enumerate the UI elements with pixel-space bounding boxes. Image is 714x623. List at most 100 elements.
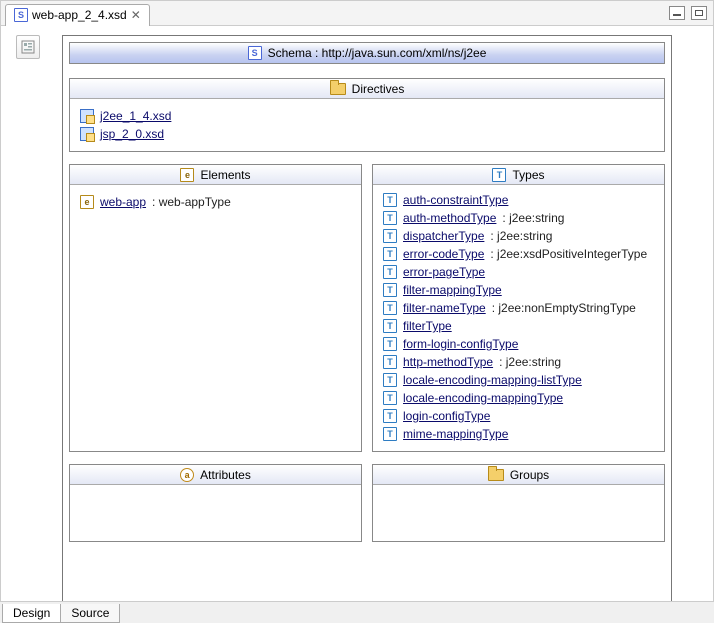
type-link[interactable]: error-pageType [403, 263, 485, 281]
panel-header-groups[interactable]: Groups [373, 465, 664, 485]
minimize-button[interactable] [669, 6, 685, 20]
list-item: Tlocale-encoding-mappingType [383, 389, 660, 407]
list-item: TdispatcherType : j2ee:string [383, 227, 660, 245]
type-icon: T [383, 355, 397, 369]
schema-file-icon: S [14, 8, 28, 22]
type-suffix: : j2ee:nonEmptyStringType [492, 299, 636, 317]
type-icon: T [383, 193, 397, 207]
panel-title: Types [512, 168, 544, 182]
type-link[interactable]: auth-constraintType [403, 191, 508, 209]
type-link[interactable]: web-app [100, 193, 146, 211]
type-link[interactable]: http-methodType [403, 353, 493, 371]
list-item: Tfilter-nameType : j2ee:nonEmptyStringTy… [383, 299, 660, 317]
type-icon: T [383, 211, 397, 225]
type-link[interactable]: jsp_2_0.xsd [100, 125, 164, 143]
panel-body-attributes [70, 485, 361, 541]
panel-title: Directives [352, 82, 405, 96]
panel-header-types[interactable]: T Types [373, 165, 664, 185]
close-icon[interactable]: ✕ [131, 8, 141, 22]
type-link[interactable]: mime-mappingType [403, 425, 508, 443]
type-link[interactable]: filter-mappingType [403, 281, 502, 299]
schema-icon: S [248, 46, 262, 60]
type-icon: T [383, 391, 397, 405]
row-elements-types: e Elements e web-app : web-appType T Type… [69, 164, 665, 452]
editor-content: S Schema : http://java.sun.com/xml/ns/j2… [0, 25, 714, 601]
panel-title: Attributes [200, 468, 251, 482]
list-item: Terror-codeType : j2ee:xsdPositiveIntege… [383, 245, 660, 263]
element-icon: e [80, 195, 94, 209]
schema-title-text: Schema : http://java.sun.com/xml/ns/j2ee [268, 46, 487, 60]
list-item: Tmime-mappingType [383, 425, 660, 443]
type-icon: T [383, 229, 397, 243]
editor-tab-bar: S web-app_2_4.xsd ✕ [1, 1, 713, 26]
row-attributes-groups: a Attributes Groups [69, 464, 665, 542]
panel-body-groups [373, 485, 664, 541]
type-link[interactable]: locale-encoding-mapping-listType [403, 371, 582, 389]
tab-source[interactable]: Source [60, 604, 120, 623]
list-item: Terror-pageType [383, 263, 660, 281]
folder-icon [488, 469, 504, 481]
list-item: j2ee_1_4.xsd [80, 107, 654, 125]
window-controls [669, 6, 713, 20]
panel-directives: Directives j2ee_1_4.xsdjsp_2_0.xsd [69, 78, 665, 152]
type-icon: T [383, 283, 397, 297]
tab-design[interactable]: Design [2, 604, 61, 623]
panel-body-types[interactable]: Tauth-constraintTypeTauth-methodType : j… [373, 185, 664, 451]
editor-tab-active[interactable]: S web-app_2_4.xsd ✕ [5, 4, 150, 26]
maximize-button[interactable] [691, 6, 707, 20]
list-item: Tlocale-encoding-mapping-listType [383, 371, 660, 389]
outline-toggle-button[interactable] [16, 35, 40, 59]
list-item: Tauth-methodType : j2ee:string [383, 209, 660, 227]
editor-scroll[interactable]: S Schema : http://java.sun.com/xml/ns/j2… [0, 25, 714, 601]
outline-icon [21, 40, 35, 54]
panel-header-attributes[interactable]: a Attributes [70, 465, 361, 485]
type-link[interactable]: j2ee_1_4.xsd [100, 107, 171, 125]
import-icon [80, 109, 94, 123]
panel-header-directives[interactable]: Directives [70, 79, 664, 99]
panel-attributes: a Attributes [69, 464, 362, 542]
type-suffix: : j2ee:string [502, 209, 564, 227]
type-icon: T [383, 301, 397, 315]
editor-tab-title: web-app_2_4.xsd [32, 8, 127, 22]
panel-header-elements[interactable]: e Elements [70, 165, 361, 185]
folder-icon [330, 83, 346, 95]
type-icon: T [383, 319, 397, 333]
panel-body-elements: e web-app : web-appType [70, 185, 361, 451]
list-item: e web-app : web-appType [80, 193, 351, 211]
panel-title: Groups [510, 468, 549, 482]
type-link[interactable]: form-login-configType [403, 335, 518, 353]
attribute-icon: a [180, 468, 194, 482]
list-item: Tfilter-mappingType [383, 281, 660, 299]
import-icon [80, 127, 94, 141]
type-link[interactable]: filterType [403, 317, 452, 335]
type-icon: T [383, 373, 397, 387]
element-icon: e [180, 168, 194, 182]
type-link[interactable]: filter-nameType [403, 299, 486, 317]
type-link[interactable]: error-codeType [403, 245, 484, 263]
type-icon: T [383, 427, 397, 441]
type-suffix: : j2ee:string [499, 353, 561, 371]
type-link[interactable]: auth-methodType [403, 209, 496, 227]
type-icon: T [383, 247, 397, 261]
type-link[interactable]: login-configType [403, 407, 490, 425]
type-icon: T [383, 409, 397, 423]
type-link[interactable]: locale-encoding-mappingType [403, 389, 563, 407]
type-icon: T [383, 337, 397, 351]
type-icon: T [383, 265, 397, 279]
type-link[interactable]: dispatcherType [403, 227, 484, 245]
list-item: Tlogin-configType [383, 407, 660, 425]
panel-body-directives: j2ee_1_4.xsdjsp_2_0.xsd [70, 99, 664, 151]
type-suffix: : web-appType [152, 193, 231, 211]
type-suffix: : j2ee:xsdPositiveIntegerType [490, 245, 647, 263]
list-item: Thttp-methodType : j2ee:string [383, 353, 660, 371]
schema-title-bar: S Schema : http://java.sun.com/xml/ns/j2… [69, 42, 665, 64]
list-item: TfilterType [383, 317, 660, 335]
panel-title: Elements [200, 168, 250, 182]
panel-groups: Groups [372, 464, 665, 542]
schema-document: S Schema : http://java.sun.com/xml/ns/j2… [62, 35, 672, 601]
list-item: Tform-login-configType [383, 335, 660, 353]
type-suffix: : j2ee:string [490, 227, 552, 245]
panel-elements: e Elements e web-app : web-appType [69, 164, 362, 452]
type-icon: T [492, 168, 506, 182]
list-item: jsp_2_0.xsd [80, 125, 654, 143]
